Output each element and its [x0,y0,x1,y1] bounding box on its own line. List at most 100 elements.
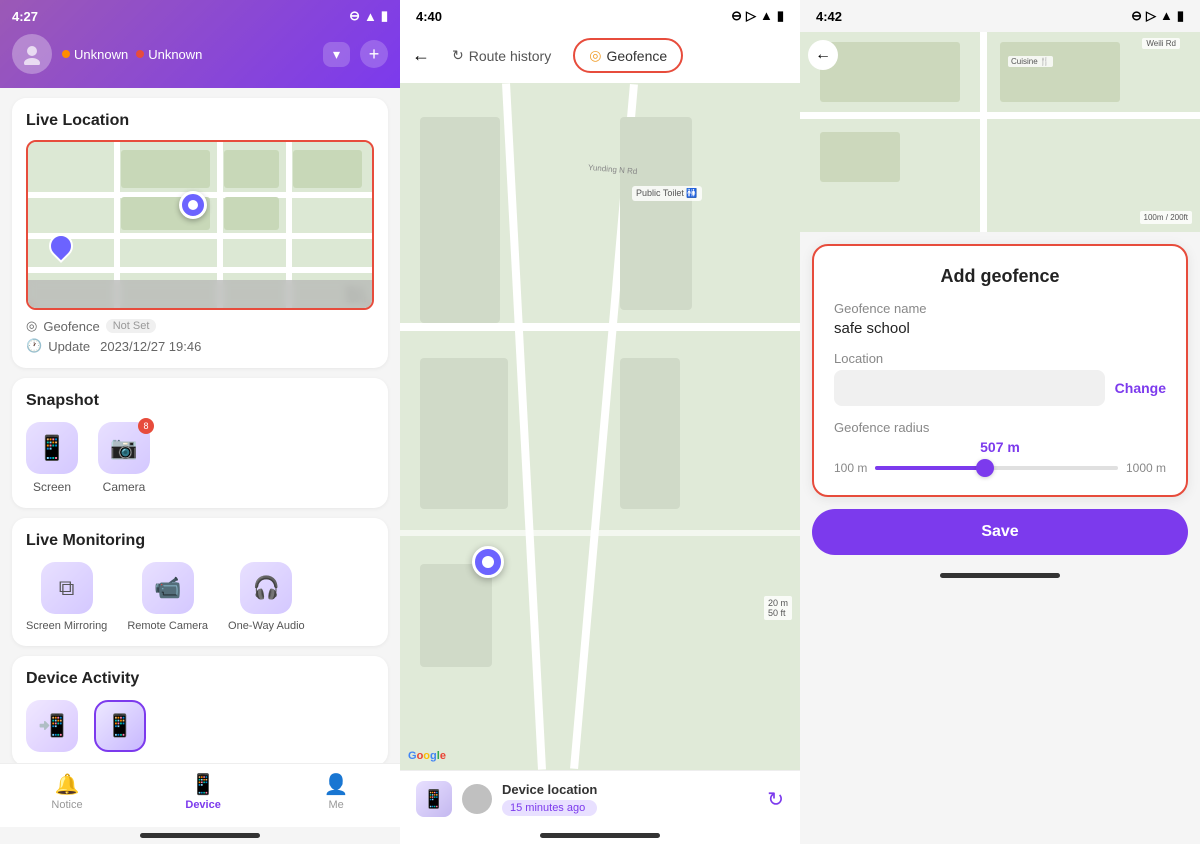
screen-item[interactable]: 📱 Screen [26,422,78,494]
back-button-2[interactable]: ← [412,45,430,66]
home-indicator-1 [0,827,400,844]
user-label-2: Unknown [148,47,202,62]
activity-grid: 📲 📱 [26,700,374,752]
save-button[interactable]: Save [812,509,1188,555]
slider-fill [875,466,984,470]
add-button[interactable]: + [360,40,388,68]
panel-main: 4:27 ⊖ ▲ ▮ Unknown Unk [0,0,400,844]
mirroring-icon-box: ⧉ [41,562,93,614]
online-dot-1 [62,50,70,58]
activity-box1: 📲 [26,700,78,752]
signal3-icon: ⊖ [1131,8,1142,24]
user-label-1: Unknown [74,47,128,62]
device-activity-card: Device Activity 📲 📱 [12,656,388,763]
location-input-field[interactable] [834,370,1105,406]
camera-item[interactable]: 📷 8 Camera [98,422,150,494]
slider-row: 100 m 1000 m [834,461,1166,475]
change-button[interactable]: Change [1115,380,1166,396]
main-road-v2 [502,83,546,769]
remote-camera-item[interactable]: 📹 Remote Camera [127,562,208,632]
nav-me[interactable]: 👤 Me [324,772,349,811]
avatar [12,34,52,74]
app-icon: 📲 [38,713,65,739]
panel-map: 4:40 ⊖ ▷ ▲ ▮ ← ↻ Route history ◎ Geofenc… [400,0,800,844]
home-bar-2 [540,833,660,838]
audio-item[interactable]: 🎧 One-Way Audio [228,562,305,632]
remote-camera-icon: 📹 [154,575,181,601]
slider-thumb[interactable] [976,459,994,477]
audio-icon-box: 🎧 [240,562,292,614]
map-other-pin [49,234,73,262]
radius-value: 507 m [834,439,1166,455]
map-blurred-bar [28,280,372,308]
live-monitoring-title: Live Monitoring [26,532,374,550]
home-indicator-2 [400,827,800,844]
dropdown-button[interactable]: ▾ [323,42,350,67]
header-row: Unknown Unknown ▾ + [12,30,388,74]
building3 [420,358,508,509]
main-road-h2 [400,530,800,536]
p3-scale: 100m / 200ft [1140,211,1192,224]
p3-building1 [820,42,960,102]
p3-road-h [800,112,1200,119]
google-logo: Google [408,750,446,762]
geofence-label: Geofence [43,319,99,334]
geofence-form-card: Add geofence Geofence name safe school L… [812,244,1188,497]
snapshot-grid: 📱 Screen 📷 8 Camera [26,422,374,494]
road-h2 [28,233,372,239]
nav-notice[interactable]: 🔔 Notice [51,772,82,811]
map-scale-main: 20 m 50 ft [764,596,792,620]
map-main-area[interactable]: Public Toilet 🚻 Yunding N Rd 20 m 50 ft … [400,83,800,770]
screen-label: Screen [33,480,71,494]
device-activity-title: Device Activity [26,670,374,688]
time-3: 4:42 [816,9,842,24]
geofence-form-title: Add geofence [834,266,1166,287]
panel2-topbar: ← ↻ Route history ◎ Geofence [400,32,800,83]
map-preview[interactable]: 50 m 200 ft [26,140,374,310]
pin-inner [188,200,198,210]
time-1: 4:27 [12,9,38,24]
slider-min-label: 100 m [834,461,867,475]
status-icons-3: ⊖ ▷ ▲ ▮ [1131,8,1184,24]
camera-badge: 8 [138,418,154,434]
mini-map-bg: Weili Rd Cuisine 🍴 100m / 200ft [800,32,1200,232]
refresh-button[interactable]: ↻ [767,787,784,812]
bottom-nav: 🔔 Notice 📱 Device 👤 Me [0,763,400,827]
geofence-icon-map: ◎ [26,318,37,334]
activity-icon1[interactable]: 📲 [26,700,78,752]
device-icon: 📱 [191,772,216,797]
mirroring-label: Screen Mirroring [26,620,107,632]
screen-icon-box: 📱 [26,422,78,474]
slider-track[interactable] [875,466,1118,470]
p3-poi1: Weili Rd [1142,38,1180,49]
play2-icon: ▷ [746,8,756,24]
geofence-tab-label: Geofence [606,48,667,64]
audio-icon: 🎧 [253,575,280,601]
live-location-title: Live Location [26,112,374,130]
route-history-tab[interactable]: ↻ Route history [438,40,565,71]
geofence-tab[interactable]: ◎ Geofence [573,38,683,73]
nav-device[interactable]: 📱 Device [185,772,220,811]
p3-building2 [1000,42,1120,102]
p3-road-v [980,32,987,232]
geofence-info: ◎ Geofence Not Set [26,318,374,334]
device-location-pin [472,546,504,578]
home-bar-1 [140,833,260,838]
camera-icon: 📷 [110,435,137,461]
notice-icon: 🔔 [55,772,80,797]
status-bar-3: 4:42 ⊖ ▷ ▲ ▮ [800,0,1200,32]
slider-max-label: 1000 m [1126,461,1166,475]
radius-slider-container: 507 m 100 m 1000 m [834,439,1166,475]
building4 [620,358,680,509]
snapshot-title: Snapshot [26,392,374,410]
route-icon: ↻ [452,47,464,64]
clock-icon: 🕐 [26,338,42,354]
activity-icon2[interactable]: 📱 [94,700,146,752]
location-row: Change [834,370,1166,406]
device-location-label: Device location [502,782,597,797]
screen-mirroring-item[interactable]: ⧉ Screen Mirroring [26,562,107,632]
back-button-3[interactable]: ← [808,40,838,70]
status-icons-1: ⊖ ▲ ▮ [349,8,388,24]
remote-camera-label: Remote Camera [127,620,208,632]
radius-label: Geofence radius [834,420,1166,435]
